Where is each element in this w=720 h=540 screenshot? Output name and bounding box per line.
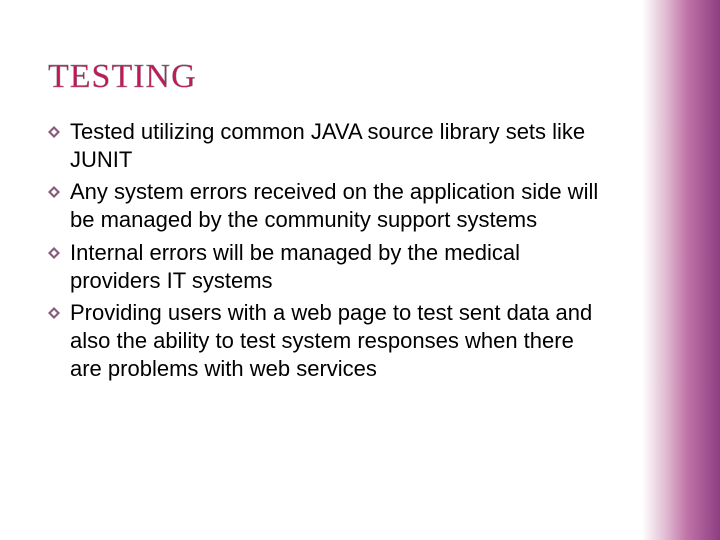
list-item: Any system errors received on the applic… [48,178,608,234]
bullet-text: Tested utilizing common JAVA source libr… [70,119,585,172]
bullet-text: Internal errors will be managed by the m… [70,240,520,293]
accent-bar [642,0,720,540]
diamond-bullet-icon [48,307,60,319]
bullet-text: Providing users with a web page to test … [70,300,592,381]
diamond-bullet-icon [48,247,60,259]
list-item: Tested utilizing common JAVA source libr… [48,118,608,174]
slide: TESTING Tested utilizing common JAVA sou… [0,0,720,540]
diamond-bullet-icon [48,186,60,198]
list-item: Internal errors will be managed by the m… [48,239,608,295]
diamond-bullet-icon [48,126,60,138]
slide-title: TESTING [48,58,672,96]
list-item: Providing users with a web page to test … [48,299,608,383]
bullet-list: Tested utilizing common JAVA source libr… [48,118,608,383]
bullet-text: Any system errors received on the applic… [70,179,598,232]
